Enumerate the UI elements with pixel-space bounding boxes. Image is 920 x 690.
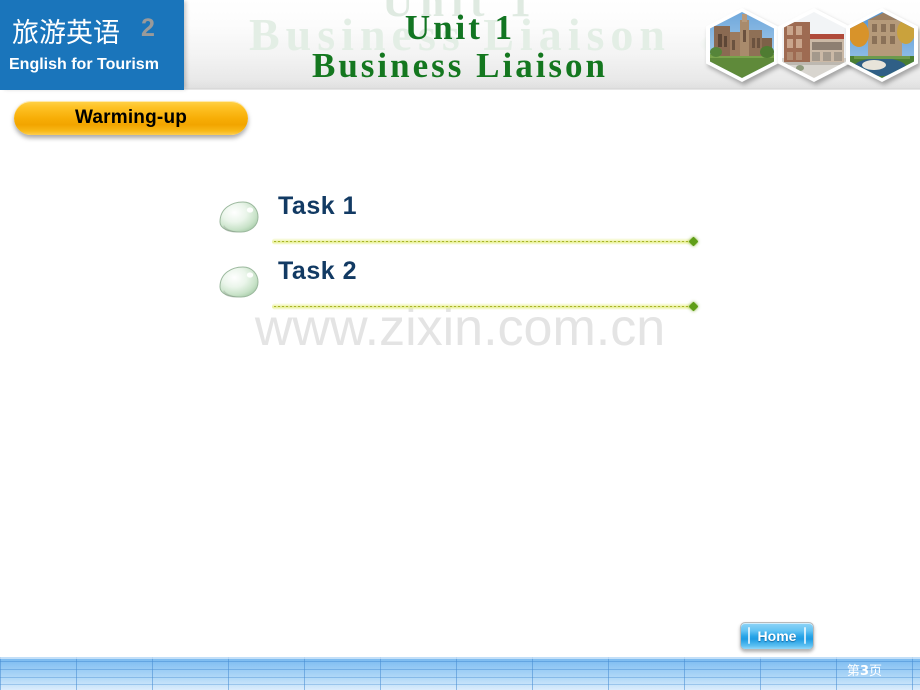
list-item[interactable]: Task 2 — [0, 255, 920, 320]
task-list: Task 1 Task 2 — [0, 190, 920, 320]
page-prefix: 第 — [846, 664, 860, 679]
hex-photo-modern-building — [778, 8, 850, 82]
brand-title-cn: 旅游英语 — [12, 18, 120, 49]
slide-footer: 第3页 — [0, 657, 920, 690]
home-button[interactable]: Home — [740, 622, 814, 650]
home-button-label: Home — [757, 628, 797, 644]
brand-subtitle-en: English for Tourism — [9, 56, 159, 73]
brand-panel: 旅游英语 2 English for Tourism — [0, 0, 184, 90]
warming-up-button[interactable]: Warming-up — [14, 101, 248, 135]
page-number-value: 3 — [859, 664, 869, 679]
water-droplet-icon — [216, 263, 262, 301]
page-suffix: 页 — [868, 664, 882, 679]
task-divider — [272, 236, 699, 247]
list-item[interactable]: Task 1 — [0, 190, 920, 255]
water-droplet-icon — [216, 198, 262, 236]
task-label: Task 1 — [278, 192, 357, 220]
task-label: Task 2 — [278, 257, 357, 285]
task-divider-dashes — [274, 306, 691, 307]
footer-top-edge — [0, 657, 920, 659]
slide-canvas: Unit 1 Business Liaison Unit 1 Business … — [0, 0, 920, 690]
footer-grid-horizontal — [0, 657, 920, 690]
brand-edition-number: 2 — [141, 14, 155, 42]
hex-photo-campus-chapel — [706, 8, 778, 82]
task-divider-dashes — [274, 241, 691, 242]
page-number: 第3页 — [847, 660, 882, 679]
task-divider — [272, 301, 699, 312]
warming-up-button-label: Warming-up — [74, 107, 188, 128]
hex-photo-autumn-campus — [846, 8, 918, 82]
